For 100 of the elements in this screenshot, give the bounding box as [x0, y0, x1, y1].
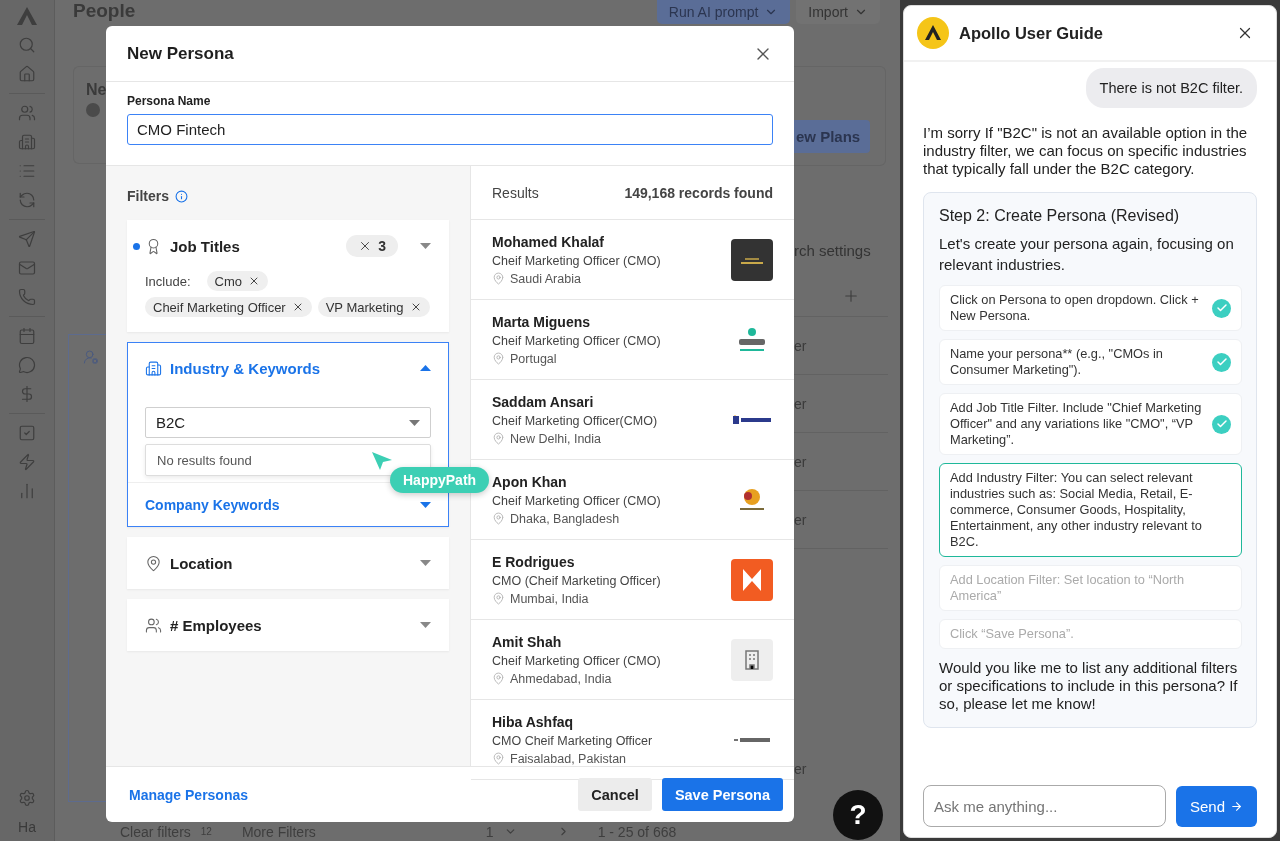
person-name: Mohamed Khalaf [492, 233, 605, 250]
caret-icon[interactable] [420, 501, 431, 508]
result-row[interactable]: Saddam Ansari Cheif Marketing Officer(CMO) New Delhi, India [471, 380, 794, 460]
company-logo [731, 736, 773, 743]
persona-name-field[interactable]: CMO Fintech [127, 114, 773, 145]
lightning-icon[interactable] [18, 453, 36, 471]
job-title: CMO (Cheif Marketing Officer) [492, 573, 661, 588]
person-name: Amit Shah [492, 633, 563, 650]
caret-icon[interactable] [409, 419, 420, 426]
check-icon [1212, 414, 1231, 434]
assistant-message: I’m sorry If "B2C" is not an available option in the industry filter, we can focus on specific industries that typically fall under the B2C category. [923, 124, 1249, 178]
filter-title[interactable]: Industry & Keywords [170, 359, 412, 377]
phone-icon[interactable] [18, 288, 36, 306]
modal-title: New Persona [127, 43, 234, 64]
filter-title[interactable]: Location [170, 554, 412, 572]
results-title: Results [492, 184, 539, 201]
caret-icon[interactable] [420, 243, 431, 249]
check-icon [1212, 298, 1231, 318]
pin-icon [492, 352, 505, 365]
pin-icon [492, 752, 505, 765]
chat-title: Apollo User Guide [959, 23, 1104, 43]
step-item: Name your persona** (e.g., "CMOs in Consumer Marketing"). [939, 339, 1242, 385]
remove-icon[interactable] [248, 275, 260, 287]
tooltip: HappyPath [390, 467, 490, 493]
person-name: Hiba Ashfaq [492, 713, 575, 730]
add-icon[interactable] [842, 287, 860, 305]
count-chip[interactable]: 3 [346, 235, 398, 257]
company-logo [731, 238, 773, 281]
manage-personas-link[interactable]: Manage Personas [129, 786, 249, 803]
logo-icon[interactable] [16, 6, 38, 26]
step-item: Add Location Filter: Set location to “North America” [939, 565, 1242, 611]
person-icon [83, 349, 99, 365]
people-icon[interactable] [18, 104, 36, 122]
step-item: Click on Persona to open dropdown. Click + New Persona. [939, 285, 1242, 331]
person-name: Saddam Ansari [492, 393, 595, 410]
pin-icon [492, 272, 505, 285]
person-name: Marta Miguens [492, 313, 591, 330]
location: New Delhi, India [510, 431, 601, 446]
person-name: Apon Khan [492, 473, 568, 490]
list-icon[interactable] [18, 162, 36, 180]
step-intro: Let's create your persona again, focusing on relevant industries. [939, 234, 1235, 275]
step-item: Add Industry Filter: You can select relevant industries such as: Social Media, Retail, E-commerce, Consumer Goods, Hospitality, Entertainment, any other industry relevant to B2C. [939, 463, 1242, 557]
pin-icon [492, 512, 505, 525]
result-row[interactable]: E Rodrigues CMO (Cheif Marketing Officer) Mumbai, India [471, 540, 794, 620]
filter-chip[interactable]: Cheif Marketing Officer [145, 297, 312, 317]
building-icon [145, 359, 162, 377]
mail-icon[interactable] [18, 259, 36, 277]
job-title: Cheif Marketing Officer (CMO) [492, 253, 661, 268]
filter-chip[interactable]: VP Marketing [317, 297, 430, 317]
calendar-icon[interactable] [18, 327, 36, 345]
logo-icon [917, 17, 949, 49]
location: Saudi Arabia [510, 271, 581, 286]
industry-select[interactable]: B2C [145, 407, 431, 438]
pointer-icon [372, 452, 392, 470]
chart-icon[interactable] [18, 482, 36, 500]
step-title: Step 2: Create Persona (Revised) [939, 207, 1181, 225]
empty-message: No results found [157, 452, 252, 468]
caret-icon[interactable] [420, 365, 431, 371]
filter-chip[interactable]: Cmo [206, 271, 268, 291]
location: Dhaka, Bangladesh [510, 511, 620, 526]
location: Ahmedabad, India [510, 671, 612, 686]
caret-icon[interactable] [420, 622, 431, 628]
step-item: Add Job Title Filter. Include "Chief Marketing Officer" and any variations like "CMO", “VP Marketing”. [939, 393, 1242, 455]
field-label: Persona Name [127, 94, 212, 108]
people-icon [145, 616, 162, 634]
checkbox-icon[interactable] [18, 424, 36, 442]
user-message: There is not B2C filter. [1085, 68, 1257, 108]
result-row[interactable]: Amit Shah Cheif Marketing Officer (CMO) Ahmedabad, India [471, 620, 794, 700]
info-icon[interactable] [175, 189, 188, 203]
pin-icon [145, 554, 162, 572]
records-count: 149,168 records found [624, 184, 773, 201]
chat-icon[interactable] [18, 356, 36, 374]
result-row[interactable]: Marta Miguens Cheif Marketing Officer (CMO) Portugal [471, 300, 794, 380]
search-icon[interactable] [18, 36, 36, 54]
filter-title[interactable]: # Employees [170, 616, 412, 634]
send-button[interactable]: Send [1176, 785, 1257, 827]
check-icon [1212, 352, 1231, 372]
location: Mumbai, India [510, 591, 589, 606]
settings-icon[interactable] [18, 789, 36, 807]
company-logo [731, 638, 773, 681]
section-title[interactable]: Company Keywords [145, 496, 280, 513]
step-item: Click “Save Persona”. [939, 619, 1242, 649]
cancel-button[interactable]: Cancel [578, 778, 652, 811]
refresh-icon[interactable] [18, 191, 36, 209]
message-field[interactable]: Ask me anything... [923, 785, 1166, 827]
company-logo [731, 558, 773, 601]
save-button[interactable]: Save Persona [661, 778, 783, 811]
result-row[interactable]: Mohamed Khalaf Cheif Marketing Officer (CMO) Saudi Arabia [471, 220, 794, 300]
building-icon[interactable] [18, 133, 36, 151]
home-icon[interactable] [18, 65, 36, 83]
pin-icon [492, 432, 505, 445]
location: Portugal [510, 351, 557, 366]
caret-icon[interactable] [420, 560, 431, 566]
filter-title[interactable]: Job Titles [170, 237, 339, 255]
pin-icon [492, 672, 505, 685]
help-button[interactable]: ? [833, 790, 883, 840]
company-logo [731, 414, 773, 425]
send-icon[interactable] [18, 230, 36, 248]
job-title: Cheif Marketing Officer (CMO) [492, 493, 661, 508]
job-title: Cheif Marketing Officer (CMO) [492, 333, 661, 348]
